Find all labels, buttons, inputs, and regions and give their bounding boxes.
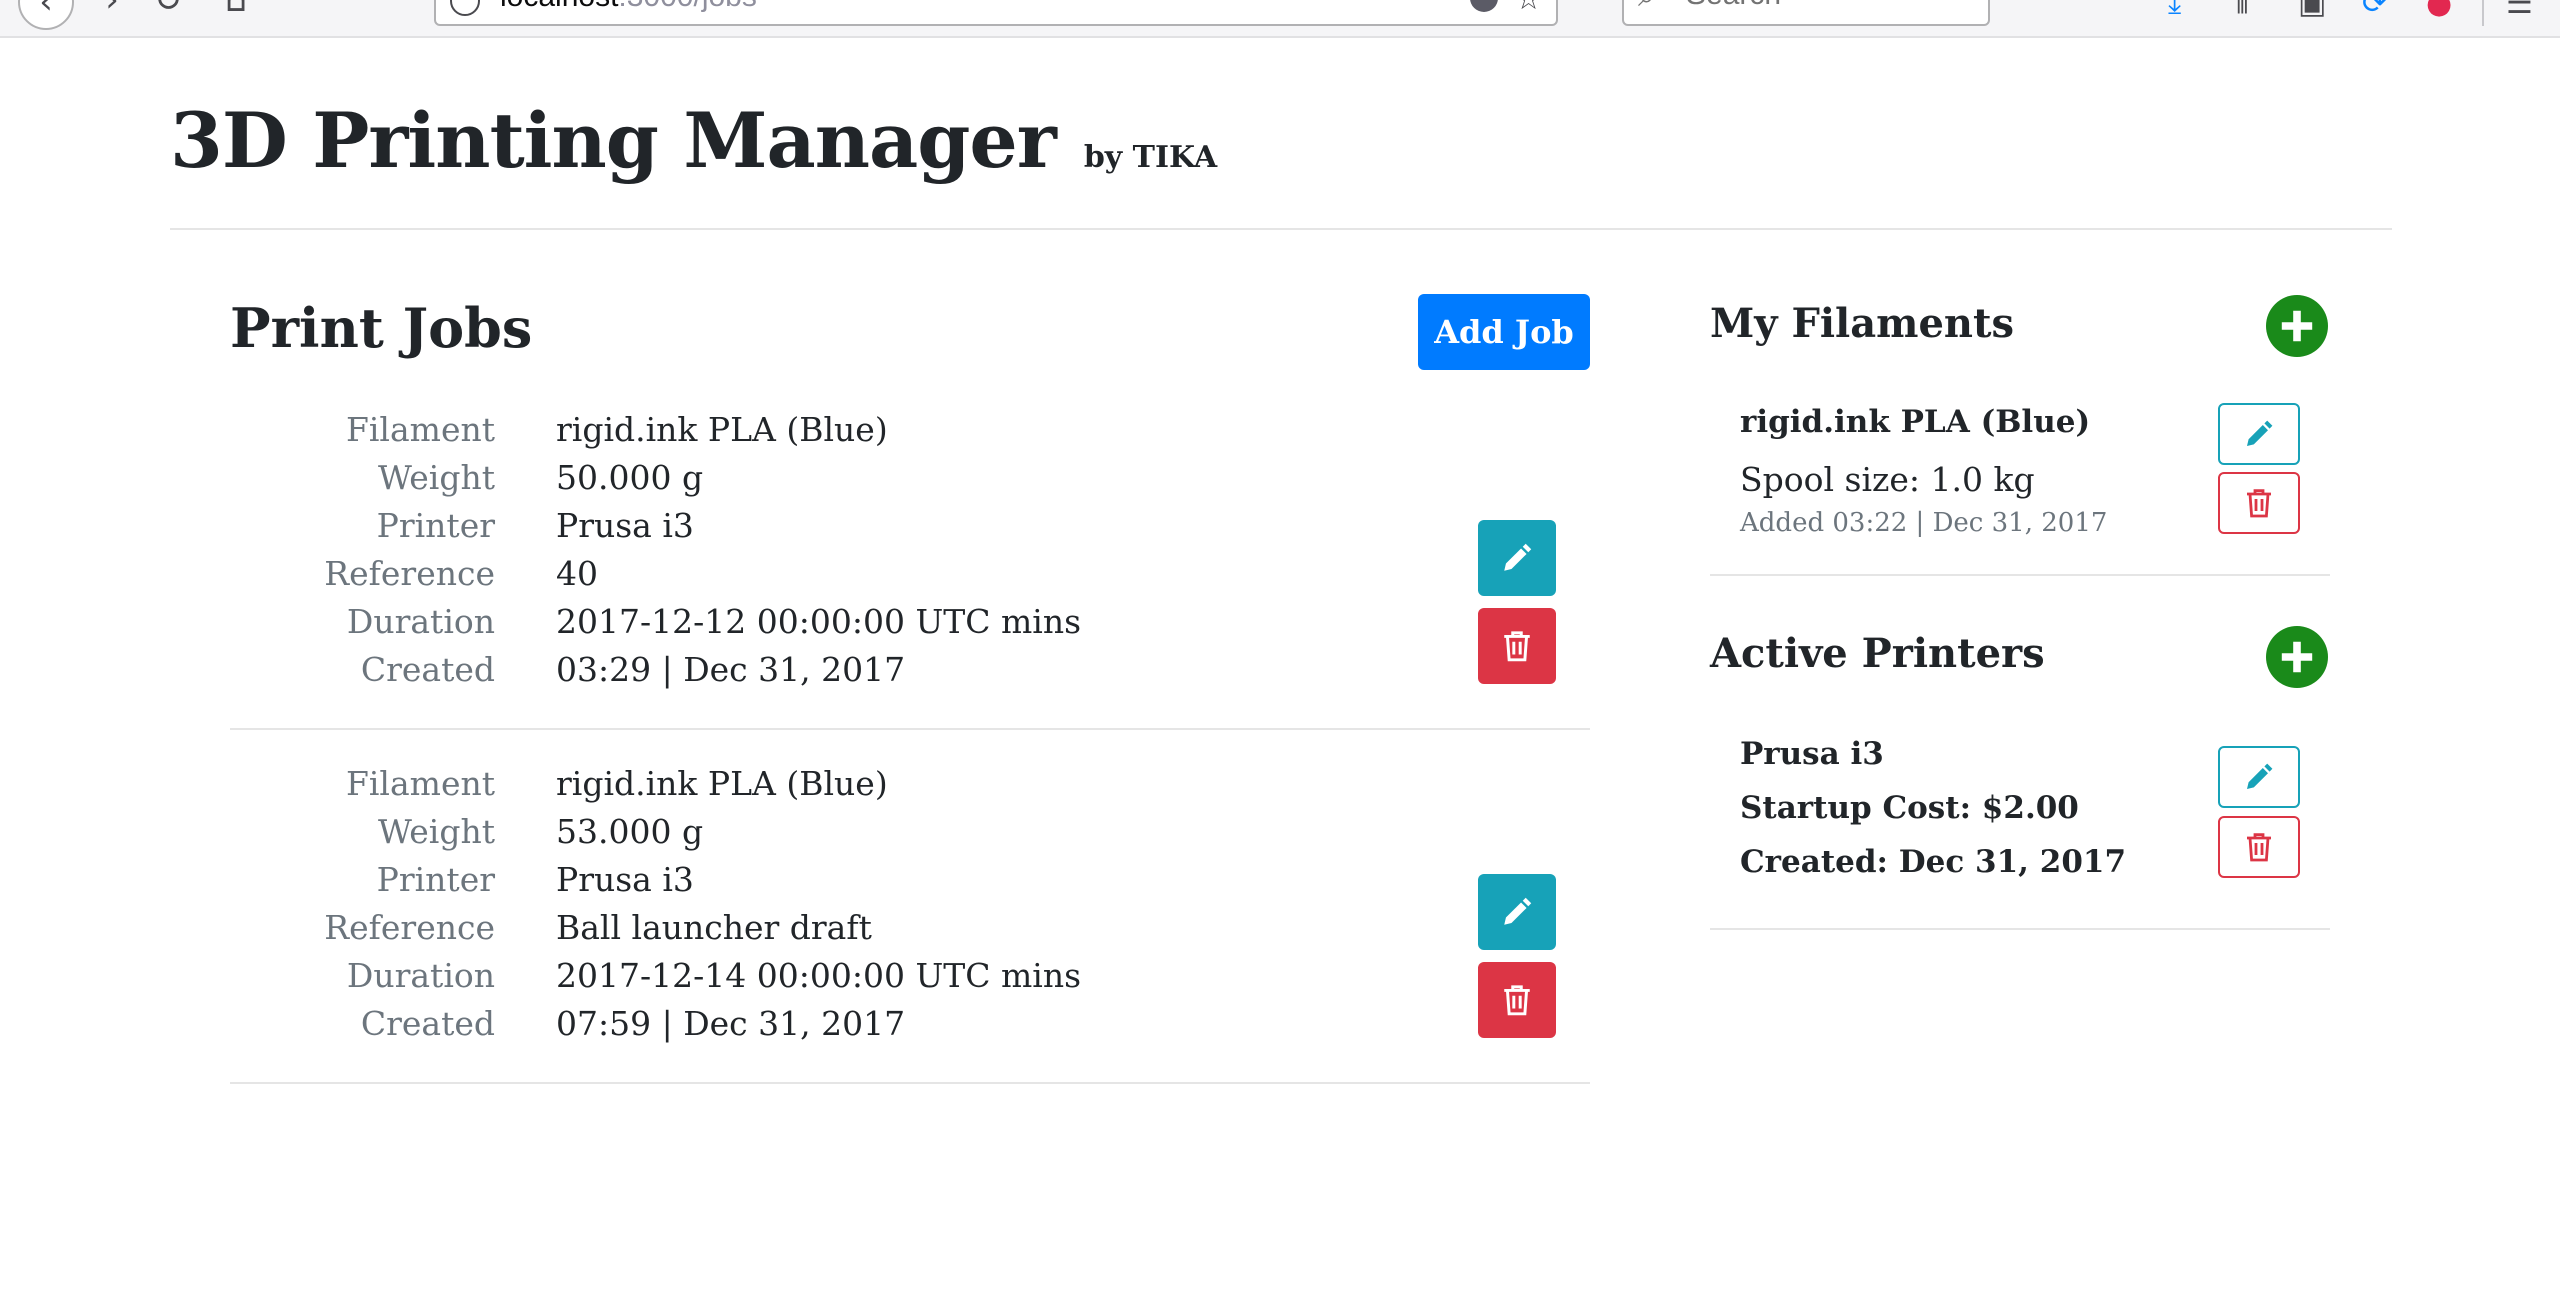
- toolbar-divider: [2482, 0, 2484, 26]
- filaments-title: My Filaments: [1710, 300, 2015, 347]
- field-label-printer: Printer: [376, 506, 495, 545]
- edit-job-button[interactable]: [1478, 520, 1556, 596]
- filament-added: Added 03:22 | Dec 31, 2017: [1740, 508, 2108, 538]
- field-label-created: Created: [360, 1004, 495, 1043]
- forward-icon[interactable]: ›: [90, 0, 134, 22]
- reload-icon[interactable]: ↻: [146, 0, 190, 22]
- field-label-reference: Reference: [324, 554, 495, 593]
- printer-name: Prusa i3: [1740, 736, 1884, 772]
- edit-printer-button[interactable]: [2218, 746, 2300, 808]
- address-text[interactable]: localhost:3000/jobs: [500, 0, 757, 14]
- delete-printer-button[interactable]: [2218, 816, 2300, 878]
- field-label-filament: Filament: [345, 410, 495, 449]
- job-created: 03:29 | Dec 31, 2017: [556, 650, 906, 689]
- field-label-reference: Reference: [324, 908, 495, 947]
- add-printer-button[interactable]: [2266, 626, 2328, 688]
- pencil-icon: [1504, 543, 1532, 571]
- edit-job-button[interactable]: [1478, 874, 1556, 950]
- extension-icon[interactable]: ●: [2426, 0, 2452, 21]
- job-duration: 2017-12-14 00:00:00 UTC mins: [556, 956, 1082, 995]
- field-label-printer: Printer: [376, 860, 495, 899]
- filament-name: rigid.ink PLA (Blue): [1740, 404, 2091, 440]
- job-divider: [230, 1082, 1590, 1084]
- field-label-filament: Filament: [345, 764, 495, 803]
- page-header: 3D Printing Manager by TIKA: [170, 96, 1217, 185]
- page-byline: by TIKA: [1083, 140, 1218, 175]
- edit-filament-button[interactable]: [2218, 403, 2300, 465]
- search-placeholder: Search: [1686, 0, 1781, 12]
- filament-divider: [1710, 574, 2330, 576]
- search-icon: ⌕: [1638, 0, 1655, 14]
- job-weight: 50.000 g: [556, 458, 704, 497]
- job-duration: 2017-12-12 00:00:00 UTC mins: [556, 602, 1082, 641]
- menu-icon[interactable]: ☰: [2506, 0, 2533, 21]
- delete-job-button[interactable]: [1478, 608, 1556, 684]
- address-bar[interactable]: localhost:3000/jobs ☆: [434, 0, 1558, 26]
- printer-divider: [1710, 928, 2330, 930]
- plus-icon: [2281, 641, 2313, 673]
- job-printer: Prusa i3: [556, 860, 694, 899]
- trash-icon: [1504, 985, 1530, 1016]
- print-jobs-title: Print Jobs: [230, 296, 533, 360]
- reader-icon[interactable]: [1470, 0, 1498, 12]
- printers-title: Active Printers: [1710, 630, 2045, 677]
- printer-startup-cost: Startup Cost: $2.00: [1740, 790, 2079, 826]
- trash-icon: [2247, 489, 2271, 518]
- job-reference: Ball launcher draft: [556, 908, 872, 947]
- job-reference: 40: [556, 554, 598, 593]
- sync-icon[interactable]: ⟳: [2362, 0, 2387, 21]
- job-filament: rigid.ink PLA (Blue): [556, 764, 888, 803]
- job-printer: Prusa i3: [556, 506, 694, 545]
- add-job-button[interactable]: Add Job: [1418, 294, 1590, 370]
- home-icon[interactable]: ⌂: [214, 0, 258, 22]
- download-icon[interactable]: ⤓: [2168, 0, 2181, 21]
- field-label-duration: Duration: [346, 602, 495, 641]
- search-box[interactable]: ⌕ Search: [1622, 0, 1990, 26]
- field-label-created: Created: [360, 650, 495, 689]
- trash-icon: [2247, 833, 2271, 862]
- page-title: 3D Printing Manager: [170, 96, 1057, 185]
- field-label-duration: Duration: [346, 956, 495, 995]
- pencil-icon: [2247, 420, 2273, 446]
- pencil-icon: [2247, 763, 2273, 789]
- browser-toolbar: ‹ › ↻ ⌂ localhost:3000/jobs ☆ ⌕ Search ⤓…: [0, 0, 2560, 38]
- filament-spool-size: Spool size: 1.0 kg: [1740, 460, 2035, 499]
- info-icon[interactable]: [450, 0, 480, 16]
- url-host: localhost: [500, 0, 618, 13]
- job-divider: [230, 728, 1590, 730]
- header-divider: [170, 228, 2392, 230]
- job-weight: 53.000 g: [556, 812, 704, 851]
- pencil-icon: [1504, 897, 1532, 925]
- url-path: :3000/jobs: [618, 0, 756, 13]
- delete-job-button[interactable]: [1478, 962, 1556, 1038]
- job-filament: rigid.ink PLA (Blue): [556, 410, 888, 449]
- library-icon[interactable]: ⫴: [2236, 0, 2249, 21]
- sidebar-icon[interactable]: ▣: [2298, 0, 2326, 21]
- job-created: 07:59 | Dec 31, 2017: [556, 1004, 906, 1043]
- field-label-weight: Weight: [378, 458, 495, 497]
- field-label-weight: Weight: [378, 812, 495, 851]
- add-filament-button[interactable]: [2266, 295, 2328, 357]
- back-icon[interactable]: ‹: [18, 0, 74, 30]
- printer-created: Created: Dec 31, 2017: [1740, 844, 2127, 880]
- bookmark-star-icon[interactable]: ☆: [1515, 0, 1542, 17]
- delete-filament-button[interactable]: [2218, 472, 2300, 534]
- trash-icon: [1504, 631, 1530, 662]
- plus-icon: [2281, 310, 2313, 342]
